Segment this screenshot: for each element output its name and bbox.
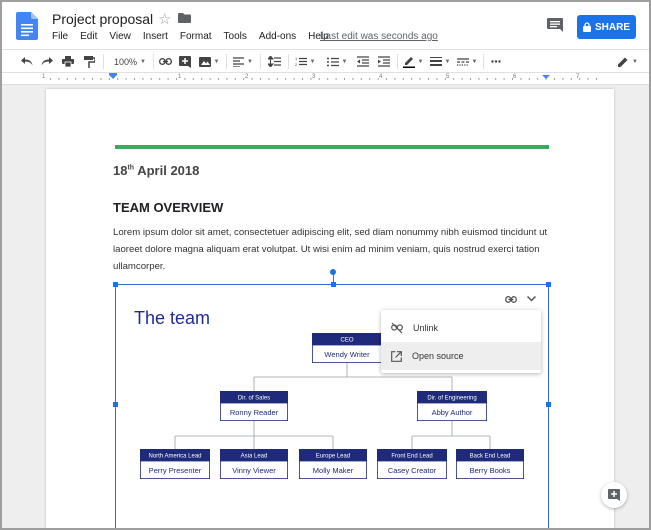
comments-icon[interactable]	[547, 18, 563, 32]
first-line-indent-marker	[109, 73, 117, 75]
chevron-down-icon: ▼	[444, 58, 451, 65]
undo-icon[interactable]	[20, 54, 34, 69]
right-indent-marker	[542, 75, 550, 79]
org-node-fe: Front End Lead Casey Creator	[376, 449, 447, 480]
chevron-down-icon: ▼	[471, 58, 478, 65]
document-page[interactable]: 18th April 2018 TEAM OVERVIEW Lorem ipsu…	[46, 89, 614, 528]
org-node-sales: Dir. of Sales Ronny Reader	[219, 391, 288, 422]
org-node-role: Europe Lead	[316, 454, 350, 460]
org-node-role: North America Lead	[148, 454, 201, 460]
ruler-ticks	[50, 73, 597, 80]
menu-insert[interactable]: Insert	[143, 31, 168, 42]
app-window: Project proposal ☆ File Edit View Insert…	[0, 0, 651, 530]
increase-indent-icon[interactable]	[376, 54, 391, 69]
docs-logo-icon[interactable]	[16, 12, 38, 40]
lock-icon	[582, 22, 591, 32]
org-node-name: Ronny Reader	[230, 408, 279, 417]
ruler-number: 1	[42, 74, 46, 80]
numbered-list-icon[interactable]: 12 ▼	[293, 54, 317, 69]
more-icon[interactable]	[488, 54, 504, 69]
redo-icon[interactable]	[40, 54, 54, 69]
open-source-icon	[391, 350, 402, 362]
insert-image-icon[interactable]: ▼	[198, 54, 220, 69]
add-comment-button[interactable]	[601, 482, 627, 508]
chevron-down-icon: ▼	[417, 58, 424, 65]
line-spacing-icon[interactable]	[266, 54, 282, 69]
chevron-down-icon: ▼	[140, 58, 146, 65]
editing-mode-icon[interactable]: ▼	[616, 54, 640, 69]
link-options-menu: Unlink Open source	[381, 310, 541, 373]
org-node-role: Back End Lead	[470, 454, 511, 460]
toolbar: 100% ▼ ▼ ▼ 12 ▼ ▼ ▼ ▼ ▼ ▼	[2, 49, 649, 73]
menu-view[interactable]: View	[109, 31, 131, 42]
unlink-menu-item[interactable]: Unlink	[381, 314, 541, 342]
org-node-eu: Europe Lead Molly Maker	[298, 449, 367, 480]
ruler[interactable]: 1 1 2 3 4 5 6 7	[2, 73, 649, 85]
share-button[interactable]: SHARE	[577, 15, 636, 39]
menu-tools[interactable]: Tools	[224, 31, 247, 42]
org-node-role: Front End Lead	[391, 454, 432, 460]
pen-color-icon[interactable]: ▼	[402, 54, 424, 69]
folder-icon[interactable]	[178, 13, 191, 23]
insert-comment-icon[interactable]	[178, 54, 192, 69]
document-title[interactable]: Project proposal	[52, 11, 153, 27]
title-bar: Project proposal ☆ File Edit View Insert…	[2, 2, 649, 48]
menu-file[interactable]: File	[52, 31, 68, 42]
chevron-down-icon: ▼	[247, 58, 253, 65]
org-node-role: Dir. of Sales	[238, 396, 270, 402]
open-source-label: Open source	[412, 351, 464, 361]
left-indent-marker	[109, 75, 117, 79]
org-node-name: Berry Books	[470, 466, 511, 475]
org-node-eng: Dir. of Engineering Abby Author	[416, 391, 487, 422]
org-node-name: Wendy Writer	[324, 350, 370, 359]
print-icon[interactable]	[61, 54, 75, 69]
align-icon[interactable]: ▼	[232, 54, 254, 69]
unlink-label: Unlink	[413, 323, 439, 333]
share-label: SHARE	[594, 21, 630, 33]
org-node-role: CEO	[340, 338, 353, 344]
border-dash-icon[interactable]: ▼	[456, 54, 478, 69]
star-icon[interactable]: ☆	[158, 10, 171, 28]
bulleted-list-icon[interactable]: ▼	[325, 54, 349, 69]
org-node-ceo: CEO Wendy Writer	[311, 333, 382, 364]
paint-format-icon[interactable]	[82, 54, 96, 69]
org-node-name: Perry Presenter	[149, 466, 202, 475]
chevron-down-icon: ▼	[632, 58, 638, 65]
border-weight-icon[interactable]: ▼	[429, 54, 451, 69]
decrease-indent-icon[interactable]	[355, 54, 370, 69]
unlink-icon	[391, 322, 403, 334]
zoom-value: 100%	[114, 56, 138, 67]
chevron-down-icon: ▼	[309, 58, 316, 65]
org-node-name: Abby Author	[432, 408, 473, 417]
zoom-select[interactable]: 100% ▼	[110, 54, 150, 69]
chevron-down-icon: ▼	[341, 58, 348, 65]
svg-text:2: 2	[295, 62, 298, 67]
add-comment-icon	[608, 489, 620, 501]
menu-bar: File Edit View Insert Format Tools Add-o…	[52, 31, 341, 42]
org-node-role: Dir. of Engineering	[427, 396, 476, 402]
org-node-role: Asia Lead	[241, 454, 268, 460]
menu-format[interactable]: Format	[180, 31, 212, 42]
last-edit-link[interactable]: Last edit was seconds ago	[320, 31, 438, 42]
org-node-name: Casey Creator	[388, 466, 437, 475]
menu-edit[interactable]: Edit	[80, 31, 97, 42]
org-node-be: Back End Lead Berry Books	[455, 449, 524, 480]
org-node-name: Vinny Viewer	[232, 466, 276, 475]
org-node-asia: Asia Lead Vinny Viewer	[219, 449, 288, 480]
open-source-menu-item[interactable]: Open source	[381, 342, 541, 370]
org-node-na: North America Lead Perry Presenter	[140, 449, 210, 480]
chevron-down-icon: ▼	[213, 58, 220, 65]
document-canvas: 18th April 2018 TEAM OVERVIEW Lorem ipsu…	[2, 85, 649, 528]
org-node-name: Molly Maker	[313, 466, 354, 475]
link-icon[interactable]	[157, 54, 173, 69]
menu-addons[interactable]: Add-ons	[259, 31, 296, 42]
svg-text:1: 1	[295, 56, 298, 61]
